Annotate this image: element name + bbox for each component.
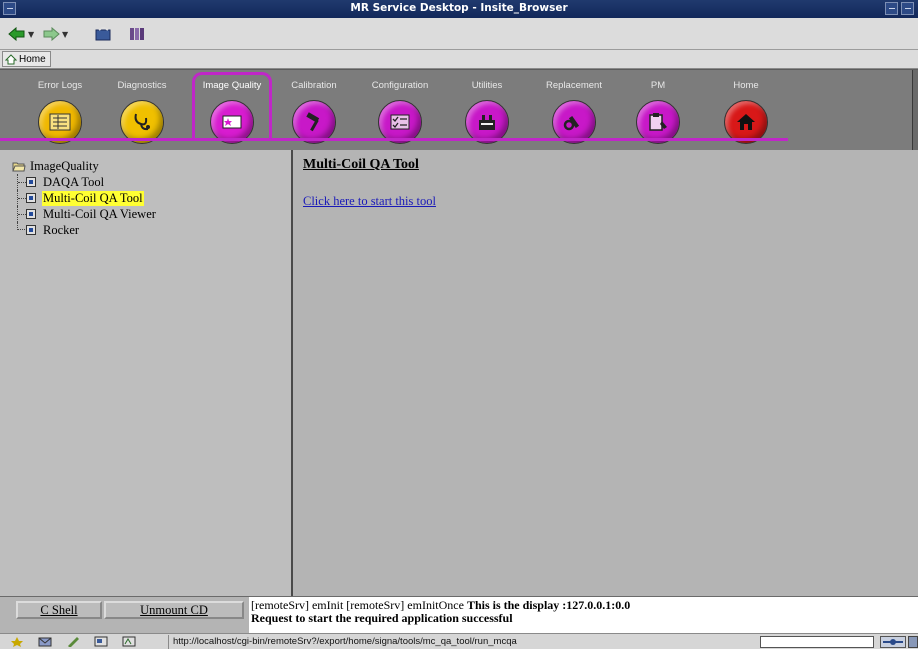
tab-replacement[interactable]: Replacement <box>536 72 612 144</box>
editor-icon[interactable] <box>94 636 108 647</box>
maximize-button[interactable] <box>901 2 914 15</box>
console-output: [remoteSrv] emInit [remoteSrv] emInitOnc… <box>249 597 918 634</box>
console-line-2-bold: Request to start the required applicatio… <box>251 611 513 625</box>
tool-tree-pane: ImageQuality DAQA Tool Multi-Coil QA Too… <box>0 150 293 596</box>
console-line-1-bold: This is the display :127.0.0.1:0.0 <box>466 598 631 612</box>
tree-item-rocker[interactable]: Rocker <box>12 222 157 238</box>
start-tool-link[interactable]: Click here to start this tool <box>303 194 436 209</box>
tab-configuration[interactable]: Configuration <box>362 72 438 144</box>
tree-item-multi-coil-qa-tool[interactable]: Multi-Coil QA Tool <box>12 190 157 206</box>
home-link-label: Home <box>19 53 46 65</box>
reload-icon <box>95 27 111 41</box>
back-arrow-icon <box>8 27 25 41</box>
tab-home[interactable]: Home <box>708 72 784 144</box>
tree-item-label-selected: Multi-Coil QA Tool <box>42 190 144 206</box>
tree-item-label: DAQA Tool <box>43 174 105 189</box>
tab-label: Calibration <box>291 80 337 91</box>
tab-label: Image Quality <box>202 80 262 91</box>
bookmarks-button[interactable] <box>128 25 146 43</box>
minimize-button[interactable] <box>885 2 898 15</box>
tree-item-multi-coil-qa-viewer[interactable]: Multi-Coil QA Viewer <box>12 206 157 222</box>
forward-dropdown-icon[interactable]: ▼ <box>62 30 68 39</box>
tab-label: Diagnostics <box>117 80 167 91</box>
bookmarks-icon <box>130 28 144 40</box>
console-line-1-plain: [remoteSrv] emInit [remoteSrv] emInitOnc… <box>251 598 467 612</box>
tool-page-icon <box>26 193 36 203</box>
tree-root[interactable]: ImageQuality <box>12 158 157 174</box>
tab-error-logs[interactable]: Error Logs <box>22 72 98 144</box>
navigator-icon[interactable] <box>10 636 24 647</box>
status-progress-field <box>760 636 874 648</box>
tab-label: Home <box>733 80 759 91</box>
open-folder-icon <box>12 162 26 171</box>
personal-toolbar: Home <box>0 50 918 69</box>
tab-strip-border <box>0 69 918 70</box>
browser-status-bar: http://localhost/cgi-bin/remoteSrv?/expo… <box>0 633 918 649</box>
home-small-icon <box>5 53 17 64</box>
tab-underline <box>0 138 788 141</box>
tab-label: Configuration <box>371 80 429 91</box>
page-title: Multi-Coil QA Tool <box>303 157 419 172</box>
tab-pm[interactable]: PM <box>620 72 696 144</box>
forward-arrow-icon <box>43 27 60 41</box>
tool-page-icon <box>26 225 36 235</box>
tool-tree: ImageQuality DAQA Tool Multi-Coil QA Too… <box>12 158 157 238</box>
home-link[interactable]: Home <box>2 51 51 67</box>
back-dropdown-icon[interactable]: ▼ <box>28 30 34 39</box>
console-bar: C Shell Unmount CD [remoteSrv] emInit [r… <box>0 596 918 634</box>
mail-icon[interactable] <box>38 636 52 647</box>
tab-label: Replacement <box>546 80 602 91</box>
unmount-cd-button[interactable]: Unmount CD <box>104 601 244 619</box>
tree-item-label: Rocker <box>43 222 80 237</box>
tool-content-pane: Multi-Coil QA Tool Click here to start t… <box>295 150 918 596</box>
c-shell-button[interactable]: C Shell <box>16 601 102 619</box>
tab-label: PM <box>650 80 666 91</box>
tab-diagnostics[interactable]: Diagnostics <box>104 72 180 144</box>
status-url: http://localhost/cgi-bin/remoteSrv?/expo… <box>168 635 517 649</box>
tab-calibration[interactable]: Calibration <box>276 72 352 144</box>
forward-button[interactable]: ▼ <box>42 25 68 43</box>
security-lock-icon[interactable] <box>908 636 918 648</box>
tab-strip-scroll-handle[interactable] <box>912 70 918 150</box>
tab-image-quality[interactable]: Image Quality <box>192 72 272 144</box>
window-title: MR Service Desktop - Insite_Browser <box>350 2 568 14</box>
tool-page-icon <box>26 209 36 219</box>
tab-label: Utilities <box>471 80 503 91</box>
address-book-icon[interactable] <box>122 636 136 647</box>
connection-status-icon[interactable] <box>880 636 906 648</box>
console-line-2: Request to start the required applicatio… <box>251 612 914 625</box>
tree-root-label: ImageQuality <box>30 158 99 173</box>
tree-item-daqa-tool[interactable]: DAQA Tool <box>12 174 157 190</box>
tab-label: Error Logs <box>37 80 83 91</box>
reload-button[interactable] <box>94 25 114 43</box>
tab-utilities[interactable]: Utilities <box>449 72 525 144</box>
navigation-toolbar: ▼ ▼ <box>0 18 918 50</box>
tool-page-icon <box>26 177 36 187</box>
back-button[interactable]: ▼ <box>8 25 34 43</box>
window-titlebar[interactable]: MR Service Desktop - Insite_Browser <box>0 0 918 18</box>
composer-icon[interactable] <box>66 636 80 647</box>
tree-item-label: Multi-Coil QA Viewer <box>43 206 156 221</box>
